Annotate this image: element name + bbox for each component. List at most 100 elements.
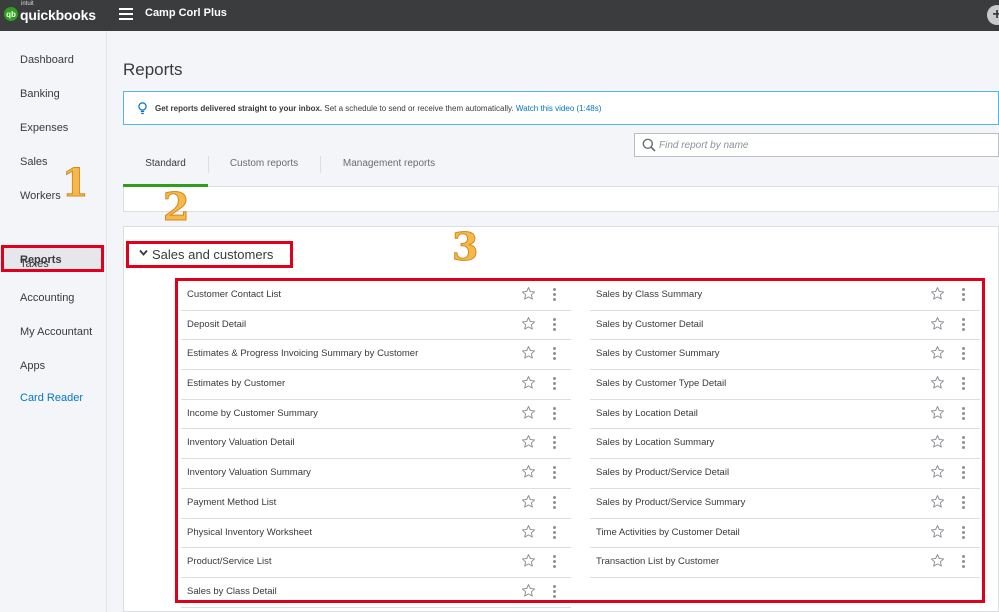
report-link[interactable]: Sales by Location Summary xyxy=(596,437,714,448)
star-icon[interactable] xyxy=(521,553,536,573)
report-row[interactable]: Customer Contact List xyxy=(181,281,571,311)
report-row[interactable]: Estimates & Progress Invoicing Summary b… xyxy=(181,340,571,371)
star-icon[interactable] xyxy=(930,494,945,514)
kebab-menu-icon[interactable] xyxy=(961,436,965,450)
kebab-menu-icon[interactable] xyxy=(961,555,965,569)
report-link[interactable]: Estimates & Progress Invoicing Summary b… xyxy=(187,348,418,359)
kebab-menu-icon[interactable] xyxy=(961,406,965,420)
sidebar-item-taxes[interactable]: Taxes xyxy=(20,258,49,270)
kebab-menu-icon[interactable] xyxy=(552,466,556,480)
sidebar-item-card-reader[interactable]: Card Reader xyxy=(20,392,83,404)
report-row[interactable]: Sales by Class Summary xyxy=(590,281,980,311)
kebab-menu-icon[interactable] xyxy=(961,525,965,539)
star-icon[interactable] xyxy=(521,583,536,603)
star-icon[interactable] xyxy=(930,316,945,336)
star-icon[interactable] xyxy=(521,286,536,306)
report-link[interactable]: Income by Customer Summary xyxy=(187,408,318,419)
report-row[interactable]: Income by Customer Summary xyxy=(181,400,571,430)
section-header-sales-and-customers[interactable]: Sales and customers xyxy=(126,241,293,268)
sidebar-item-banking[interactable]: Banking xyxy=(20,88,60,100)
tab-custom-reports[interactable]: Custom reports xyxy=(209,154,319,187)
report-row[interactable]: Sales by Customer Summary xyxy=(590,340,980,371)
report-link[interactable]: Sales by Location Detail xyxy=(596,408,698,419)
report-row[interactable]: Payment Method List xyxy=(181,489,571,519)
star-icon[interactable] xyxy=(930,286,945,306)
kebab-menu-icon[interactable] xyxy=(552,347,556,361)
tab-management-reports[interactable]: Management reports xyxy=(321,154,457,187)
sidebar-item-expenses[interactable]: Expenses xyxy=(20,122,68,134)
star-icon[interactable] xyxy=(521,494,536,514)
kebab-menu-icon[interactable] xyxy=(552,584,556,598)
star-icon[interactable] xyxy=(930,405,945,425)
report-row[interactable]: Estimates by Customer xyxy=(181,370,571,400)
plus-icon[interactable]: + xyxy=(987,5,999,25)
report-link[interactable]: Inventory Valuation Detail xyxy=(187,437,295,448)
sidebar-item-dashboard[interactable]: Dashboard xyxy=(20,54,74,66)
hamburger-menu-icon[interactable] xyxy=(119,8,133,20)
report-row[interactable]: Sales by Customer Detail xyxy=(590,311,980,341)
kebab-menu-icon[interactable] xyxy=(552,317,556,331)
report-row[interactable]: Time Activities by Customer Detail xyxy=(590,519,980,549)
sidebar-item-sales[interactable]: Sales xyxy=(20,156,48,168)
search-input[interactable] xyxy=(659,136,959,154)
report-link[interactable]: Sales by Customer Detail xyxy=(596,319,703,330)
watch-video-link[interactable]: Watch this video (1:48s) xyxy=(516,104,602,113)
report-row[interactable]: Sales by Customer Type Detail xyxy=(590,370,980,400)
report-row[interactable]: Sales by Product/Service Summary xyxy=(590,489,980,519)
sidebar-item-workers[interactable]: Workers xyxy=(20,190,61,202)
kebab-menu-icon[interactable] xyxy=(552,525,556,539)
star-icon[interactable] xyxy=(930,524,945,544)
tab-standard[interactable]: Standard xyxy=(123,154,208,187)
report-link[interactable]: Sales by Class Detail xyxy=(187,586,277,597)
star-icon[interactable] xyxy=(521,375,536,395)
sidebar-item-apps[interactable]: Apps xyxy=(20,360,45,372)
report-link[interactable]: Sales by Product/Service Summary xyxy=(596,497,745,508)
report-row[interactable]: Sales by Product/Service Detail xyxy=(590,459,980,489)
kebab-menu-icon[interactable] xyxy=(961,288,965,301)
kebab-menu-icon[interactable] xyxy=(961,377,965,391)
report-link[interactable]: Product/Service List xyxy=(187,556,271,567)
report-link[interactable]: Sales by Product/Service Detail xyxy=(596,467,729,478)
star-icon[interactable] xyxy=(521,316,536,336)
kebab-menu-icon[interactable] xyxy=(961,347,965,361)
report-row[interactable]: Physical Inventory Worksheet xyxy=(181,519,571,549)
kebab-menu-icon[interactable] xyxy=(552,495,556,509)
report-link[interactable]: Transaction List by Customer xyxy=(596,556,719,567)
star-icon[interactable] xyxy=(521,434,536,454)
kebab-menu-icon[interactable] xyxy=(552,436,556,450)
report-link[interactable]: Deposit Detail xyxy=(187,319,246,330)
sidebar-item-reports[interactable]: Reports xyxy=(1,245,104,272)
report-link[interactable]: Physical Inventory Worksheet xyxy=(187,527,312,538)
star-icon[interactable] xyxy=(930,553,945,573)
kebab-menu-icon[interactable] xyxy=(961,466,965,480)
star-icon[interactable] xyxy=(521,464,536,484)
report-link[interactable]: Sales by Customer Type Detail xyxy=(596,378,726,389)
report-row[interactable]: Transaction List by Customer xyxy=(590,548,980,578)
star-icon[interactable] xyxy=(930,464,945,484)
sidebar-item-accounting[interactable]: Accounting xyxy=(20,292,74,304)
kebab-menu-icon[interactable] xyxy=(961,317,965,331)
report-row[interactable]: Deposit Detail xyxy=(181,311,571,341)
report-row[interactable]: Inventory Valuation Detail xyxy=(181,429,571,460)
report-link[interactable]: Payment Method List xyxy=(187,497,276,508)
kebab-menu-icon[interactable] xyxy=(552,406,556,420)
report-row[interactable]: Sales by Location Summary xyxy=(590,429,980,460)
report-row[interactable]: Sales by Location Detail xyxy=(590,400,980,430)
quickbooks-logo[interactable]: qb intuit quickbooks xyxy=(4,1,96,23)
report-link[interactable]: Time Activities by Customer Detail xyxy=(596,527,740,538)
star-icon[interactable] xyxy=(930,434,945,454)
star-icon[interactable] xyxy=(930,375,945,395)
report-row[interactable]: Sales by Class Detail xyxy=(181,578,571,608)
report-row[interactable]: Inventory Valuation Summary xyxy=(181,459,571,489)
report-row[interactable]: Product/Service List xyxy=(181,548,571,578)
kebab-menu-icon[interactable] xyxy=(961,495,965,509)
report-link[interactable]: Estimates by Customer xyxy=(187,378,285,389)
star-icon[interactable] xyxy=(521,345,536,365)
report-link[interactable]: Sales by Customer Summary xyxy=(596,348,720,359)
kebab-menu-icon[interactable] xyxy=(552,377,556,391)
star-icon[interactable] xyxy=(521,405,536,425)
kebab-menu-icon[interactable] xyxy=(552,288,556,301)
sidebar-item-my-accountant[interactable]: My Accountant xyxy=(20,326,92,338)
report-link[interactable]: Customer Contact List xyxy=(187,289,281,300)
report-link[interactable]: Sales by Class Summary xyxy=(596,289,702,300)
